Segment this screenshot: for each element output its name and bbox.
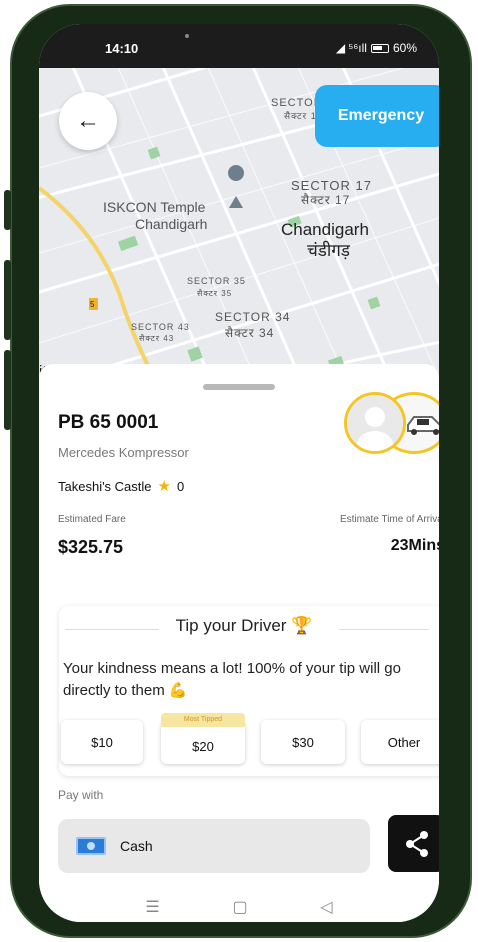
fare-value: $325.75 (58, 537, 124, 557)
map-label: SECTOR 17 (291, 178, 373, 193)
map-label: सैक्टर 35 (197, 289, 233, 298)
back-button[interactable]: ← (59, 92, 117, 150)
tip-option-20[interactable]: Most Tipped $20 (161, 713, 245, 764)
side-button (4, 350, 11, 430)
fare-label: Estimated Fare (58, 514, 126, 525)
recents-icon[interactable]: ☰ (145, 897, 159, 917)
tip-title: Tip your Driver 🏆 (175, 616, 313, 635)
tip-option-10[interactable]: $10 (61, 720, 143, 764)
side-button (4, 190, 11, 230)
map-label: चंडीगड़ (307, 241, 350, 260)
driver-name: Takeshi's Castle (58, 478, 152, 494)
map-label: SECTOR 35 (187, 276, 246, 286)
map-label: सैक्टर 43 (139, 334, 175, 343)
emergency-button[interactable]: Emergency (315, 85, 439, 147)
star-icon: ★ (157, 478, 171, 495)
car-model: Mercedes Kompressor (58, 445, 189, 460)
back-arrow-icon: ← (76, 107, 100, 134)
eta-value: 23Mins (390, 537, 439, 554)
payment-method-selector[interactable]: Cash (58, 819, 370, 873)
payment-method-label: Cash (120, 838, 153, 854)
status-time: 14:10 (105, 41, 139, 56)
status-indicators: ◢ ⁵⁶ıll 60% (336, 41, 417, 55)
drag-handle[interactable] (203, 384, 275, 390)
app-screen: 14:10 ◢ ⁵⁶ıll 60% SECTOR सैक्टर 1 SECTOR… (39, 24, 439, 922)
pay-with-label: Pay with (58, 788, 104, 802)
share-icon (405, 830, 428, 857)
trip-details-sheet: PB 65 0001 Mercedes Kompressor Takeshi's… (39, 364, 439, 922)
system-nav-bar: ☰ ▢ ◁ (39, 892, 439, 922)
status-bar: 14:10 ◢ ⁵⁶ıll 60% (39, 24, 439, 68)
map-label: सैक्टर 34 (225, 326, 275, 340)
side-button (4, 260, 11, 340)
map-road-shield: 5 (90, 300, 95, 309)
map-label: सैक्टर 17 (301, 193, 351, 207)
most-tipped-badge: Most Tipped (161, 713, 245, 727)
home-icon[interactable]: ▢ (232, 897, 247, 917)
person-icon (347, 395, 403, 451)
share-button[interactable] (388, 815, 439, 872)
tip-card: Tip your Driver 🏆 Your kindness means a … (59, 606, 439, 776)
license-plate: PB 65 0001 (58, 412, 159, 433)
battery-icon (370, 43, 389, 53)
map-label: SECTOR 34 (215, 310, 291, 324)
map-label: Chandigarh (135, 216, 208, 232)
signal-icon: ◢ ⁵⁶ıll (335, 41, 367, 55)
camera-dot (185, 34, 189, 38)
tip-message: Your kindness means a lot! 100% of your … (63, 660, 401, 699)
map-label: सैक्टर 1 (284, 111, 317, 121)
tip-option-label: $20 (192, 738, 214, 754)
cash-icon (76, 837, 106, 855)
driver-avatar (344, 392, 406, 454)
map-label: Chandigarh (281, 220, 369, 239)
driver-info: Takeshi's Castle ★ 0 (58, 477, 184, 495)
driver-rating: 0 (176, 478, 185, 494)
back-nav-icon[interactable]: ◁ (320, 897, 332, 917)
tip-option-other[interactable]: Other (361, 720, 439, 764)
map-label: ISKCON Temple (103, 199, 206, 215)
battery-level: 60% (392, 41, 417, 55)
tip-option-30[interactable]: $30 (261, 720, 345, 764)
map-label: SECTOR 43 (131, 322, 190, 332)
eta-label: Estimate Time of Arrival (339, 514, 439, 525)
